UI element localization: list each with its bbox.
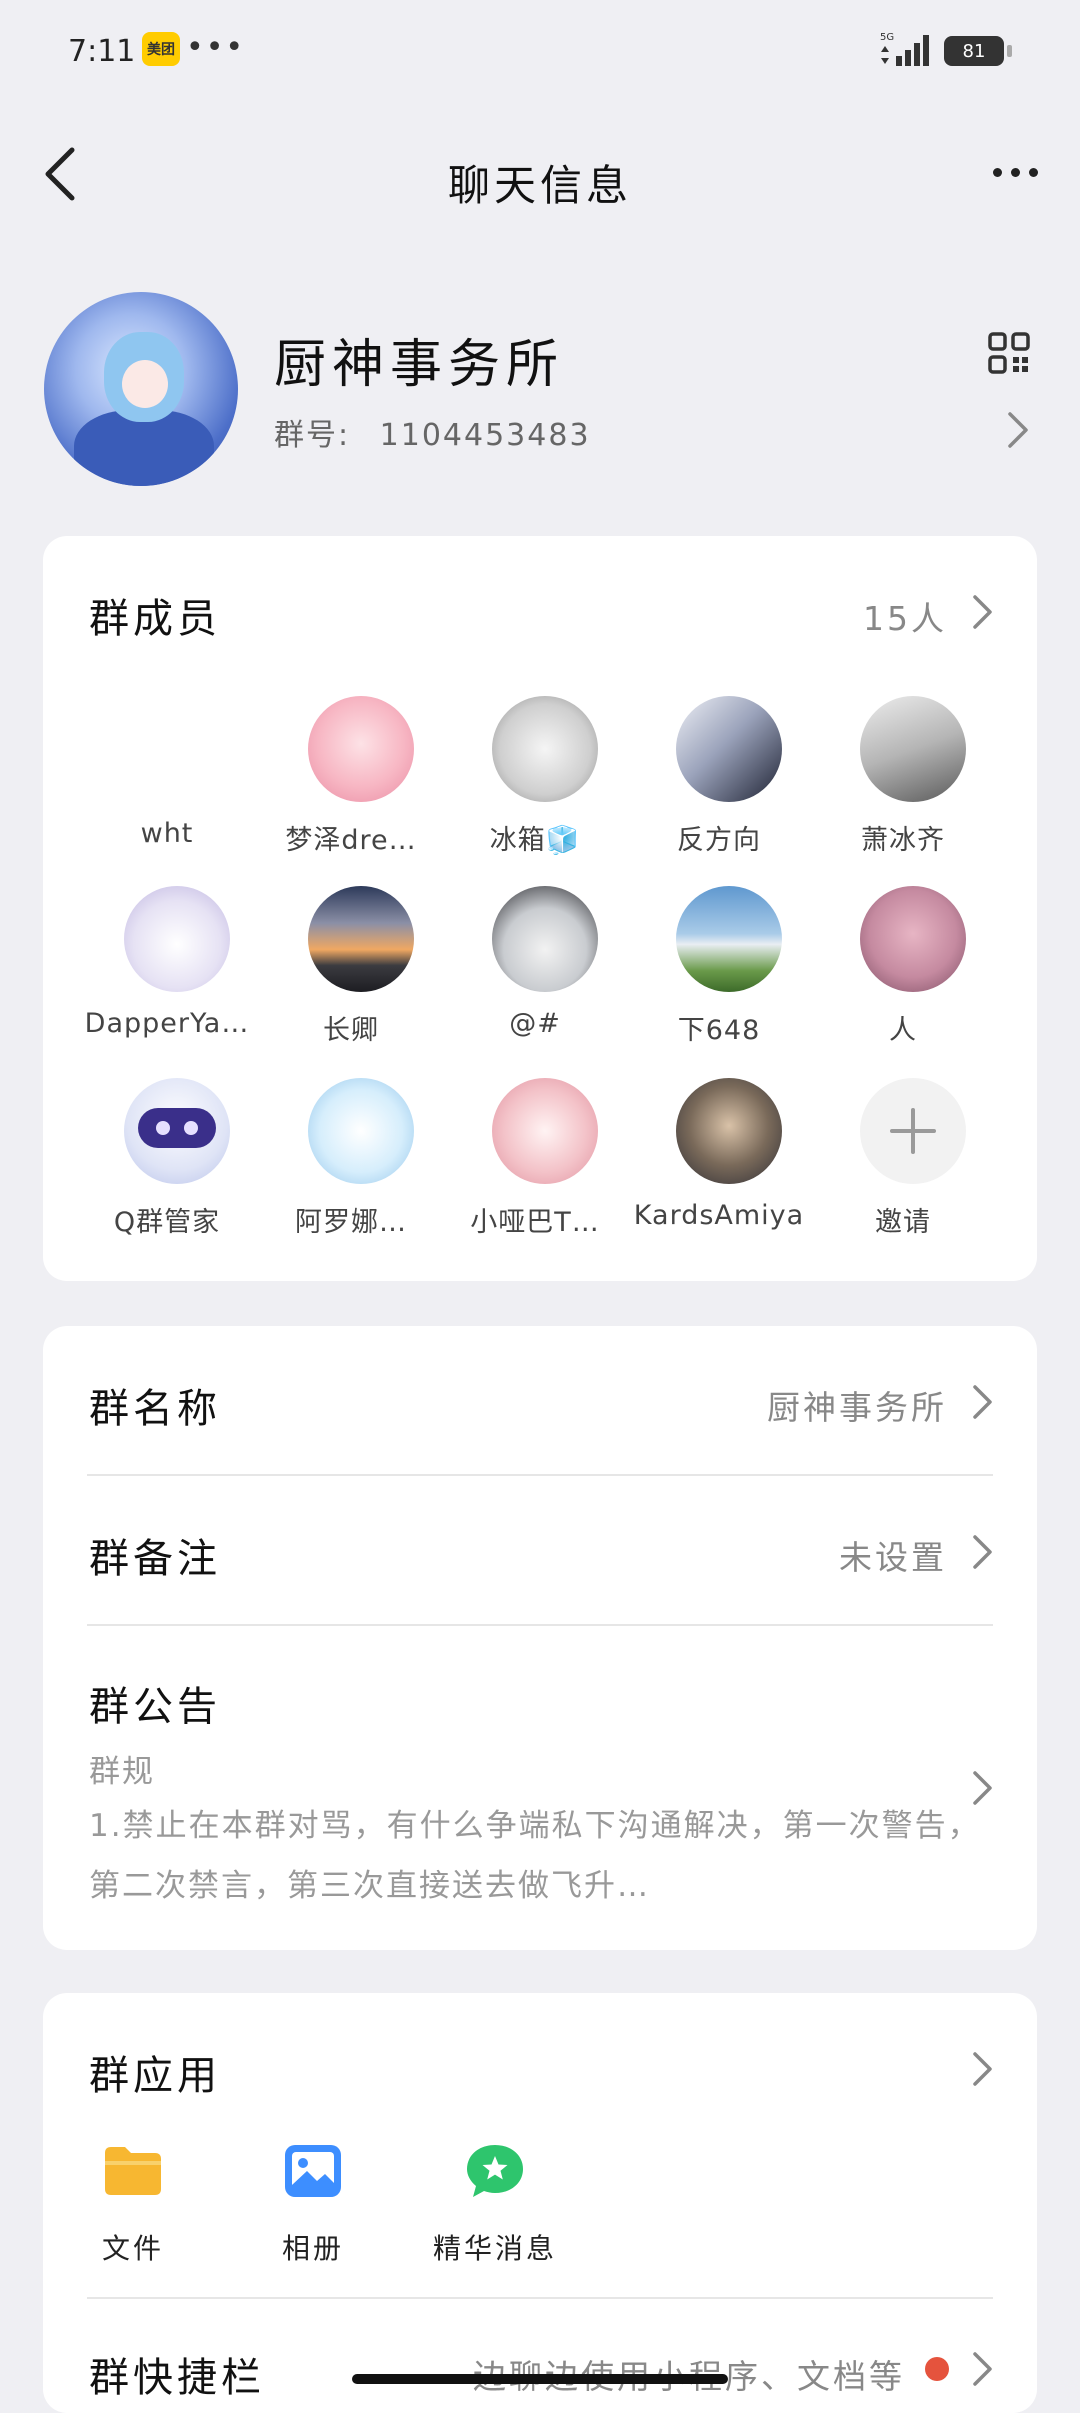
chevron-right-icon[interactable] [969, 592, 995, 632]
member-item[interactable]: 反方向 [629, 696, 809, 876]
app-files[interactable]: 文件 [43, 2141, 223, 2291]
group-id-label: 群号: [274, 418, 351, 453]
member-name: 阿罗娜… [295, 1207, 407, 1238]
member-avatar [676, 886, 782, 992]
member-item[interactable]: KardsAmiya [629, 1078, 809, 1258]
group-id-value: 1104453483 [379, 418, 591, 453]
member-avatar [676, 696, 782, 802]
star-chat-icon [467, 2145, 523, 2197]
chevron-right-icon[interactable] [1002, 408, 1032, 452]
members-card: 群成员 15人 wht 梦泽dre… 冰箱🧊 反方向 萧冰齐 DapperYa…… [43, 536, 1037, 1281]
invite-label: 邀请 [875, 1207, 931, 1238]
meituan-app-icon: 美团 [142, 32, 180, 66]
member-avatar [124, 886, 230, 992]
group-id: 群号: 1104453483 [274, 410, 591, 454]
member-item[interactable]: DapperYa… [77, 886, 257, 1066]
member-name: 萧冰齐 [861, 825, 945, 856]
app-essence[interactable]: 精华消息 [405, 2141, 585, 2291]
network-type: 5G [880, 32, 894, 43]
member-item[interactable]: 萧冰齐 [813, 696, 993, 876]
app-label: 文件 [101, 2232, 164, 2265]
album-icon [285, 2145, 341, 2197]
group-header[interactable]: 厨神事务所 群号: 1104453483 [0, 280, 1080, 500]
member-item[interactable]: 冰箱🧊 [445, 696, 625, 876]
member-avatar [308, 886, 414, 992]
more-options-icon[interactable] [980, 142, 1050, 202]
member-item[interactable]: wht [77, 696, 257, 876]
app-album[interactable]: 相册 [223, 2141, 403, 2291]
member-avatar [492, 886, 598, 992]
group-avatar[interactable] [44, 292, 238, 486]
status-bar: 7:11 美团 ••• 5G 81 [0, 0, 1080, 100]
member-name: 冰箱🧊 [489, 825, 581, 856]
member-avatar [308, 1078, 414, 1184]
divider [87, 2297, 993, 2299]
member-item[interactable]: 人 [813, 886, 993, 1066]
group-remark-value: 未设置 [839, 1538, 947, 1577]
home-indicator[interactable] [352, 2374, 728, 2384]
member-avatar [492, 1078, 598, 1184]
member-item[interactable]: Q群管家 [77, 1078, 257, 1258]
group-remark-label: 群备注 [89, 1536, 221, 1582]
member-avatar [124, 1078, 230, 1184]
notice-text: 1.禁止在本群对骂，有什么争端私下沟通解决，第一次警告，第二次禁言，第三次直接送… [89, 1808, 981, 1904]
notice-subtitle: 群规 [89, 1754, 155, 1790]
chevron-right-icon [973, 1771, 992, 1805]
member-name: DapperYa… [84, 1008, 250, 1039]
member-item[interactable]: 梦泽dre… [261, 696, 441, 876]
member-name: wht [140, 818, 194, 849]
chevron-right-icon [973, 2052, 992, 2086]
member-name: 人 [889, 1015, 917, 1046]
invite-button[interactable]: 邀请 [813, 1078, 993, 1258]
member-name: 梦泽dre… [285, 825, 417, 856]
chevron-right-icon [973, 1535, 992, 1569]
members-count[interactable]: 15人 [863, 592, 947, 640]
app-label: 精华消息 [432, 2232, 557, 2265]
group-apps-label: 群应用 [89, 2053, 221, 2099]
member-item[interactable]: 阿罗娜… [261, 1078, 441, 1258]
group-name: 厨神事务所 [274, 335, 565, 395]
signal-icon: 5G [880, 32, 929, 66]
member-avatar [308, 696, 414, 802]
member-avatar [492, 696, 598, 802]
member-name: 小哑巴T… [470, 1207, 600, 1238]
divider [87, 1474, 993, 1476]
member-avatar [860, 696, 966, 802]
folder-icon [105, 2147, 161, 2195]
members-title: 群成员 [89, 596, 221, 642]
member-avatar [124, 696, 230, 802]
member-name: 长卿 [323, 1015, 379, 1046]
status-time: 7:11 [68, 34, 136, 69]
top-nav: 聊天信息 [0, 120, 1080, 230]
group-name-value: 厨神事务所 [767, 1388, 947, 1427]
plus-icon[interactable] [860, 1078, 966, 1184]
battery-icon: 81 [944, 36, 1012, 66]
group-notice-label: 群公告 [89, 1684, 221, 1730]
status-more-icon: ••• [186, 30, 246, 65]
settings-card: 群名称 厨神事务所 群备注 未设置 群公告 群规 1.禁止在本群对骂，有什么争端… [43, 1326, 1037, 1950]
divider [87, 1624, 993, 1626]
member-name: @# [509, 1008, 561, 1039]
chevron-right-icon [973, 2352, 992, 2386]
member-name: 下648 [677, 1015, 761, 1046]
member-item[interactable]: 小哑巴T… [445, 1078, 625, 1258]
page-title: 聊天信息 [447, 161, 632, 210]
member-item[interactable]: 长卿 [261, 886, 441, 1066]
group-shortcut-label: 群快捷栏 [89, 2355, 265, 2401]
member-item[interactable]: @# [445, 886, 625, 1066]
new-badge-dot [925, 2357, 949, 2381]
apps-card: 群应用 文件 相册 精华消息 群快捷栏 边聊边使用小程序、文档等 [43, 1993, 1037, 2413]
chevron-right-icon [973, 1385, 992, 1419]
member-avatar [676, 1078, 782, 1184]
member-name: 反方向 [677, 825, 761, 856]
group-name-label: 群名称 [89, 1386, 221, 1432]
member-name: KardsAmiya [633, 1200, 805, 1231]
qr-code-icon[interactable] [988, 332, 1030, 374]
member-name: Q群管家 [113, 1207, 221, 1238]
member-item[interactable]: 下648 [629, 886, 809, 1066]
app-label: 相册 [281, 2232, 344, 2265]
member-avatar [860, 886, 966, 992]
